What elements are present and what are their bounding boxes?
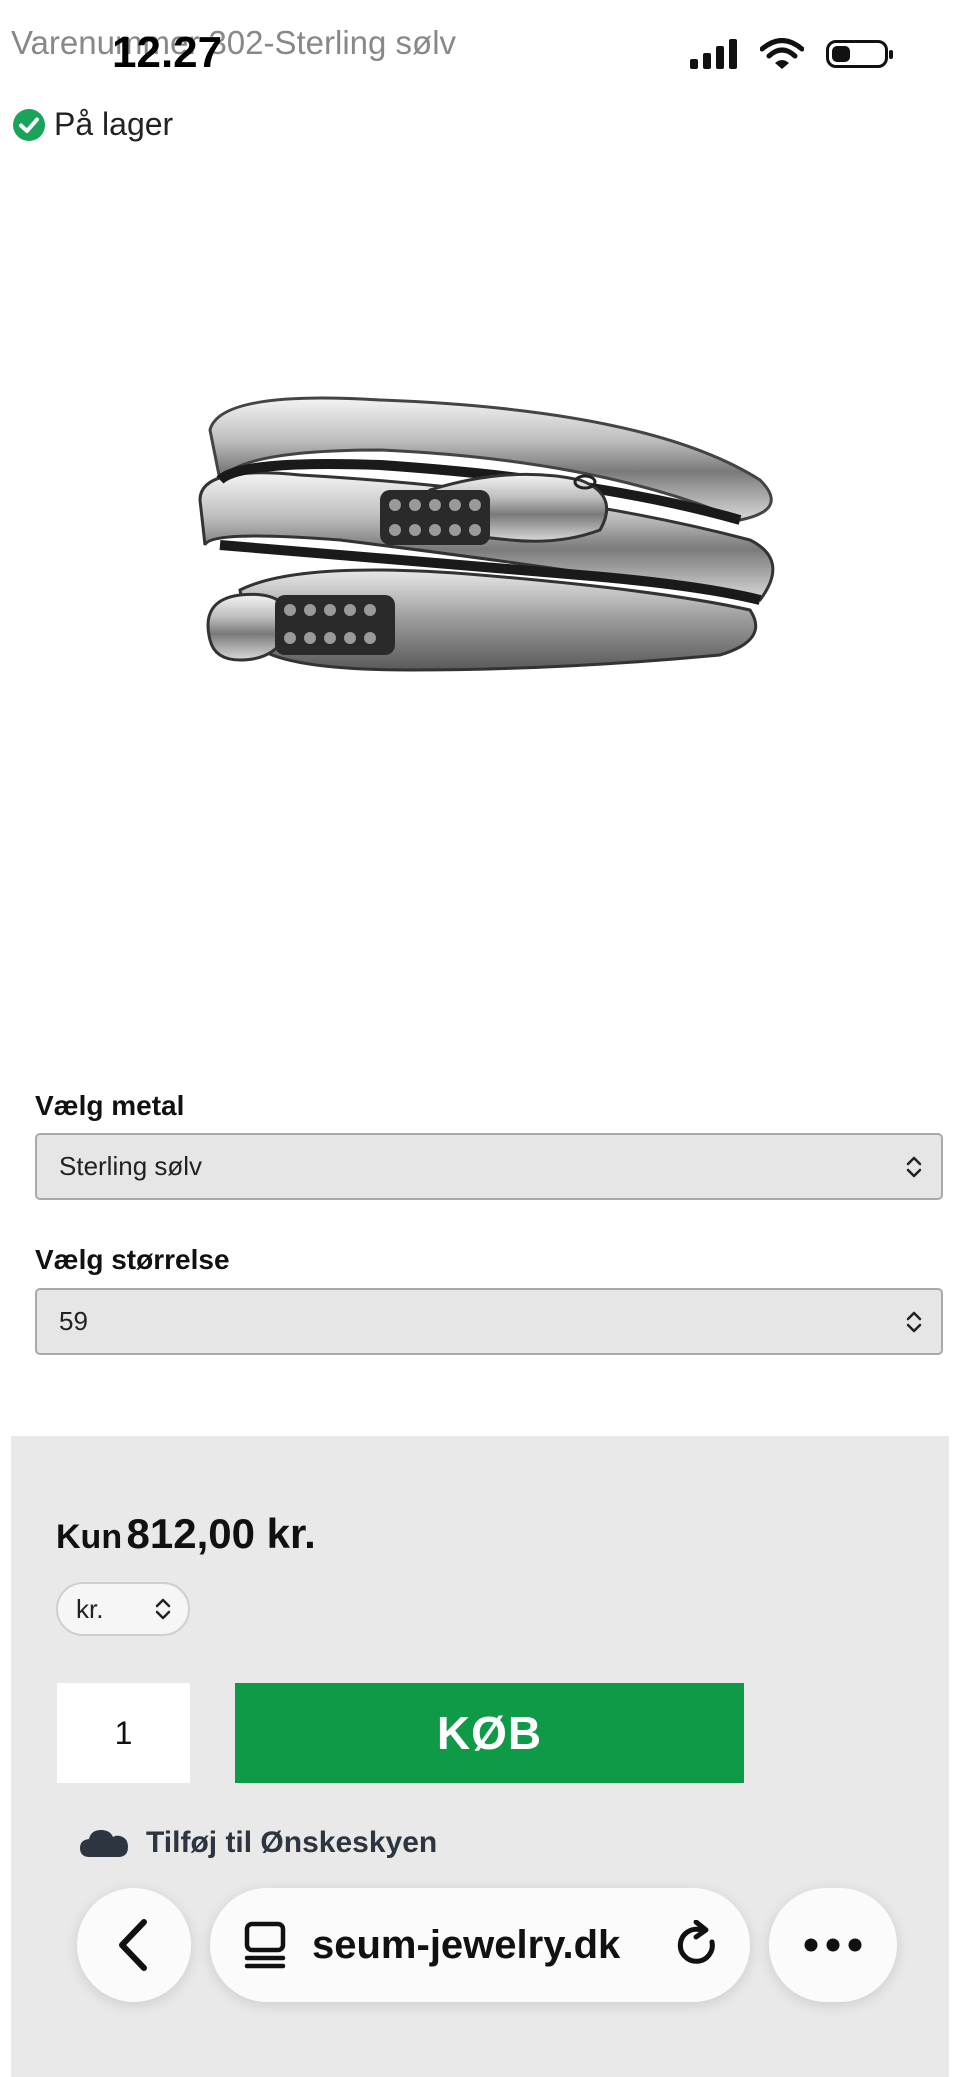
buy-button[interactable]: KØB — [235, 1683, 744, 1783]
size-label: Vælg størrelse — [35, 1244, 230, 1275]
sku-text: Varenummer 302-Sterling sølv — [11, 24, 457, 61]
price: Kun 812,00 kr. — [56, 1510, 316, 1558]
back-button[interactable] — [77, 1888, 191, 2002]
size-select[interactable]: 59 — [35, 1288, 943, 1355]
cloud-icon — [80, 1830, 128, 1857]
chevron-updown-icon — [906, 1156, 922, 1177]
battery-icon — [826, 40, 893, 68]
metal-select[interactable]: Sterling sølv — [35, 1133, 943, 1200]
currency-value: kr. — [76, 1593, 104, 1624]
status-icons — [690, 38, 893, 70]
url-text: seum-jewelry.dk — [312, 1922, 621, 1967]
price-prefix: Kun — [56, 1518, 123, 1556]
metal-label: Vælg metal — [35, 1090, 185, 1121]
wifi-icon — [760, 38, 804, 69]
stock-label: På lager — [54, 106, 174, 142]
quantity-input[interactable]: 1 — [57, 1683, 190, 1783]
chevron-updown-icon — [906, 1311, 922, 1332]
more-icon — [804, 1938, 862, 1952]
address-bar[interactable]: seum-jewelry.dk — [210, 1888, 750, 2002]
cellular-signal-icon — [690, 39, 737, 69]
chevron-updown-icon — [155, 1598, 171, 1620]
currency-select[interactable]: kr. — [56, 1582, 190, 1636]
add-to-wishlist[interactable]: Tilføj til Ønskeskyen — [78, 1826, 437, 1860]
stock-status: På lager — [12, 106, 173, 143]
metal-select-value: Sterling sølv — [59, 1151, 203, 1181]
product-image — [198, 396, 775, 672]
check-circle-icon — [13, 108, 45, 141]
more-button[interactable] — [769, 1888, 897, 2002]
size-select-value: 59 — [59, 1306, 88, 1336]
tabs-icon[interactable] — [242, 1920, 288, 1970]
status-time: 12.27 — [112, 28, 223, 77]
back-icon — [119, 1919, 147, 1971]
price-amount: 812,00 kr. — [126, 1510, 316, 1557]
wishlist-label: Tilføj til Ønskeskyen — [146, 1826, 438, 1859]
reload-icon[interactable] — [676, 1920, 722, 1970]
